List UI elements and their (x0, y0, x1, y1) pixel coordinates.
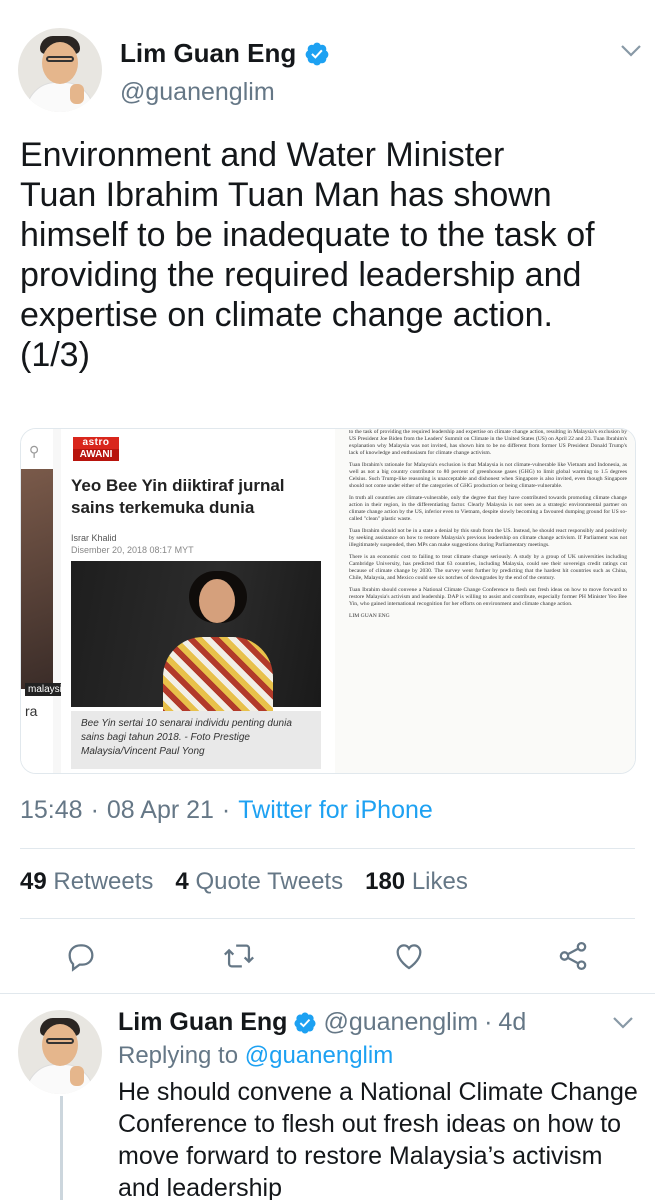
statement-paragraph: There is an economic cost to failing to … (349, 554, 627, 581)
reply-handle[interactable]: @guanenglim (323, 1008, 478, 1037)
strip-photo (21, 469, 53, 689)
statement-paragraph: Tuan Ibrahim should not be in a state a … (349, 528, 627, 548)
replying-prefix: Replying to (118, 1042, 239, 1069)
statement-signature: LIM GUAN ENG (349, 613, 390, 619)
author-name-row: Lim Guan Eng (120, 38, 330, 69)
share-button[interactable] (556, 939, 590, 973)
author-handle[interactable]: @guanenglim (120, 78, 275, 107)
statement-paragraph: In truth all countries are climate-vulne… (349, 495, 627, 522)
article-caption: Bee Yin sertai 10 senarai individu penti… (71, 711, 321, 769)
thread-line (60, 1096, 63, 1200)
replying-to: Replying to @guanenglim (118, 1042, 393, 1070)
reply-tweet[interactable]: Lim Guan Eng @guanenglim · 4d Replying t… (0, 993, 655, 1200)
quote-tweets-stat[interactable]: 4 Quote Tweets (175, 868, 343, 896)
strip-fragment: ra (25, 703, 38, 719)
verified-badge-icon (305, 42, 329, 65)
divider (20, 848, 635, 849)
statement-paragraph: to the task of providing the required le… (349, 429, 627, 456)
article-date: Disember 20, 2018 08:17 MYT (71, 545, 194, 555)
tweet-date[interactable]: 08 Apr 21 (107, 796, 214, 825)
retweet-icon (224, 944, 254, 968)
media-image-statement[interactable]: to the task of providing the required le… (335, 429, 635, 773)
tweet-source-link[interactable]: Twitter for iPhone (238, 796, 433, 825)
replying-mention-link[interactable]: @guanenglim (245, 1042, 393, 1069)
separator: · (484, 1008, 493, 1036)
divider (20, 918, 635, 919)
statement-paragraph: Tuan Ibrahim's rationale for Malaysia's … (349, 462, 627, 489)
article-title: Yeo Bee Yin diiktiraf jurnal sains terke… (71, 476, 285, 517)
reply-header: Lim Guan Eng @guanenglim · 4d (118, 1008, 526, 1037)
avatar[interactable] (18, 28, 102, 112)
separator: · (221, 796, 231, 824)
tweet-media[interactable]: ⚲ malaysiakini.com ra astro AWANI Yeo Be… (20, 428, 636, 774)
statement-paragraph: Tuan Ibrahim should convene a National C… (349, 587, 627, 607)
reply-age[interactable]: 4d (498, 1008, 526, 1037)
news-article: astro AWANI Yeo Bee Yin diiktiraf jurnal… (61, 429, 333, 773)
tweet-time[interactable]: 15:48 (20, 796, 83, 825)
retweets-stat[interactable]: 49 Retweets (20, 868, 153, 896)
chevron-down-icon[interactable] (620, 44, 642, 58)
tweet-meta: 15:48 · 08 Apr 21 · Twitter for iPhone (20, 796, 433, 825)
heart-icon (396, 944, 422, 970)
reply-icon (68, 944, 94, 972)
article-photo (71, 561, 321, 717)
tweet-stats: 49 Retweets 4 Quote Tweets 180 Likes (20, 868, 468, 896)
reply-text: He should convene a National Climate Cha… (118, 1078, 638, 1200)
verified-badge-icon (294, 1012, 316, 1033)
separator: · (90, 796, 99, 824)
media-image-article[interactable]: ⚲ malaysiakini.com ra astro AWANI Yeo Be… (21, 429, 333, 773)
avatar[interactable] (18, 1010, 102, 1094)
action-bar (0, 935, 655, 979)
search-icon: ⚲ (29, 443, 40, 459)
tweet-text: Environment and Water Minister Tuan Ibra… (20, 136, 595, 374)
chevron-down-icon[interactable] (612, 1016, 634, 1030)
like-button[interactable] (392, 939, 426, 973)
article-author: Israr Khalid (71, 533, 117, 543)
share-icon (559, 941, 587, 971)
reply-button[interactable] (64, 939, 98, 973)
side-strip: ⚲ malaysiakini.com ra (21, 429, 108, 773)
press-statement: to the task of providing the required le… (349, 429, 627, 625)
retweet-button[interactable] (222, 939, 256, 973)
display-name[interactable]: Lim Guan Eng (120, 38, 296, 69)
reply-display-name[interactable]: Lim Guan Eng (118, 1008, 287, 1037)
likes-stat[interactable]: 180 Likes (365, 868, 468, 896)
astro-awani-logo: astro AWANI (73, 437, 119, 461)
